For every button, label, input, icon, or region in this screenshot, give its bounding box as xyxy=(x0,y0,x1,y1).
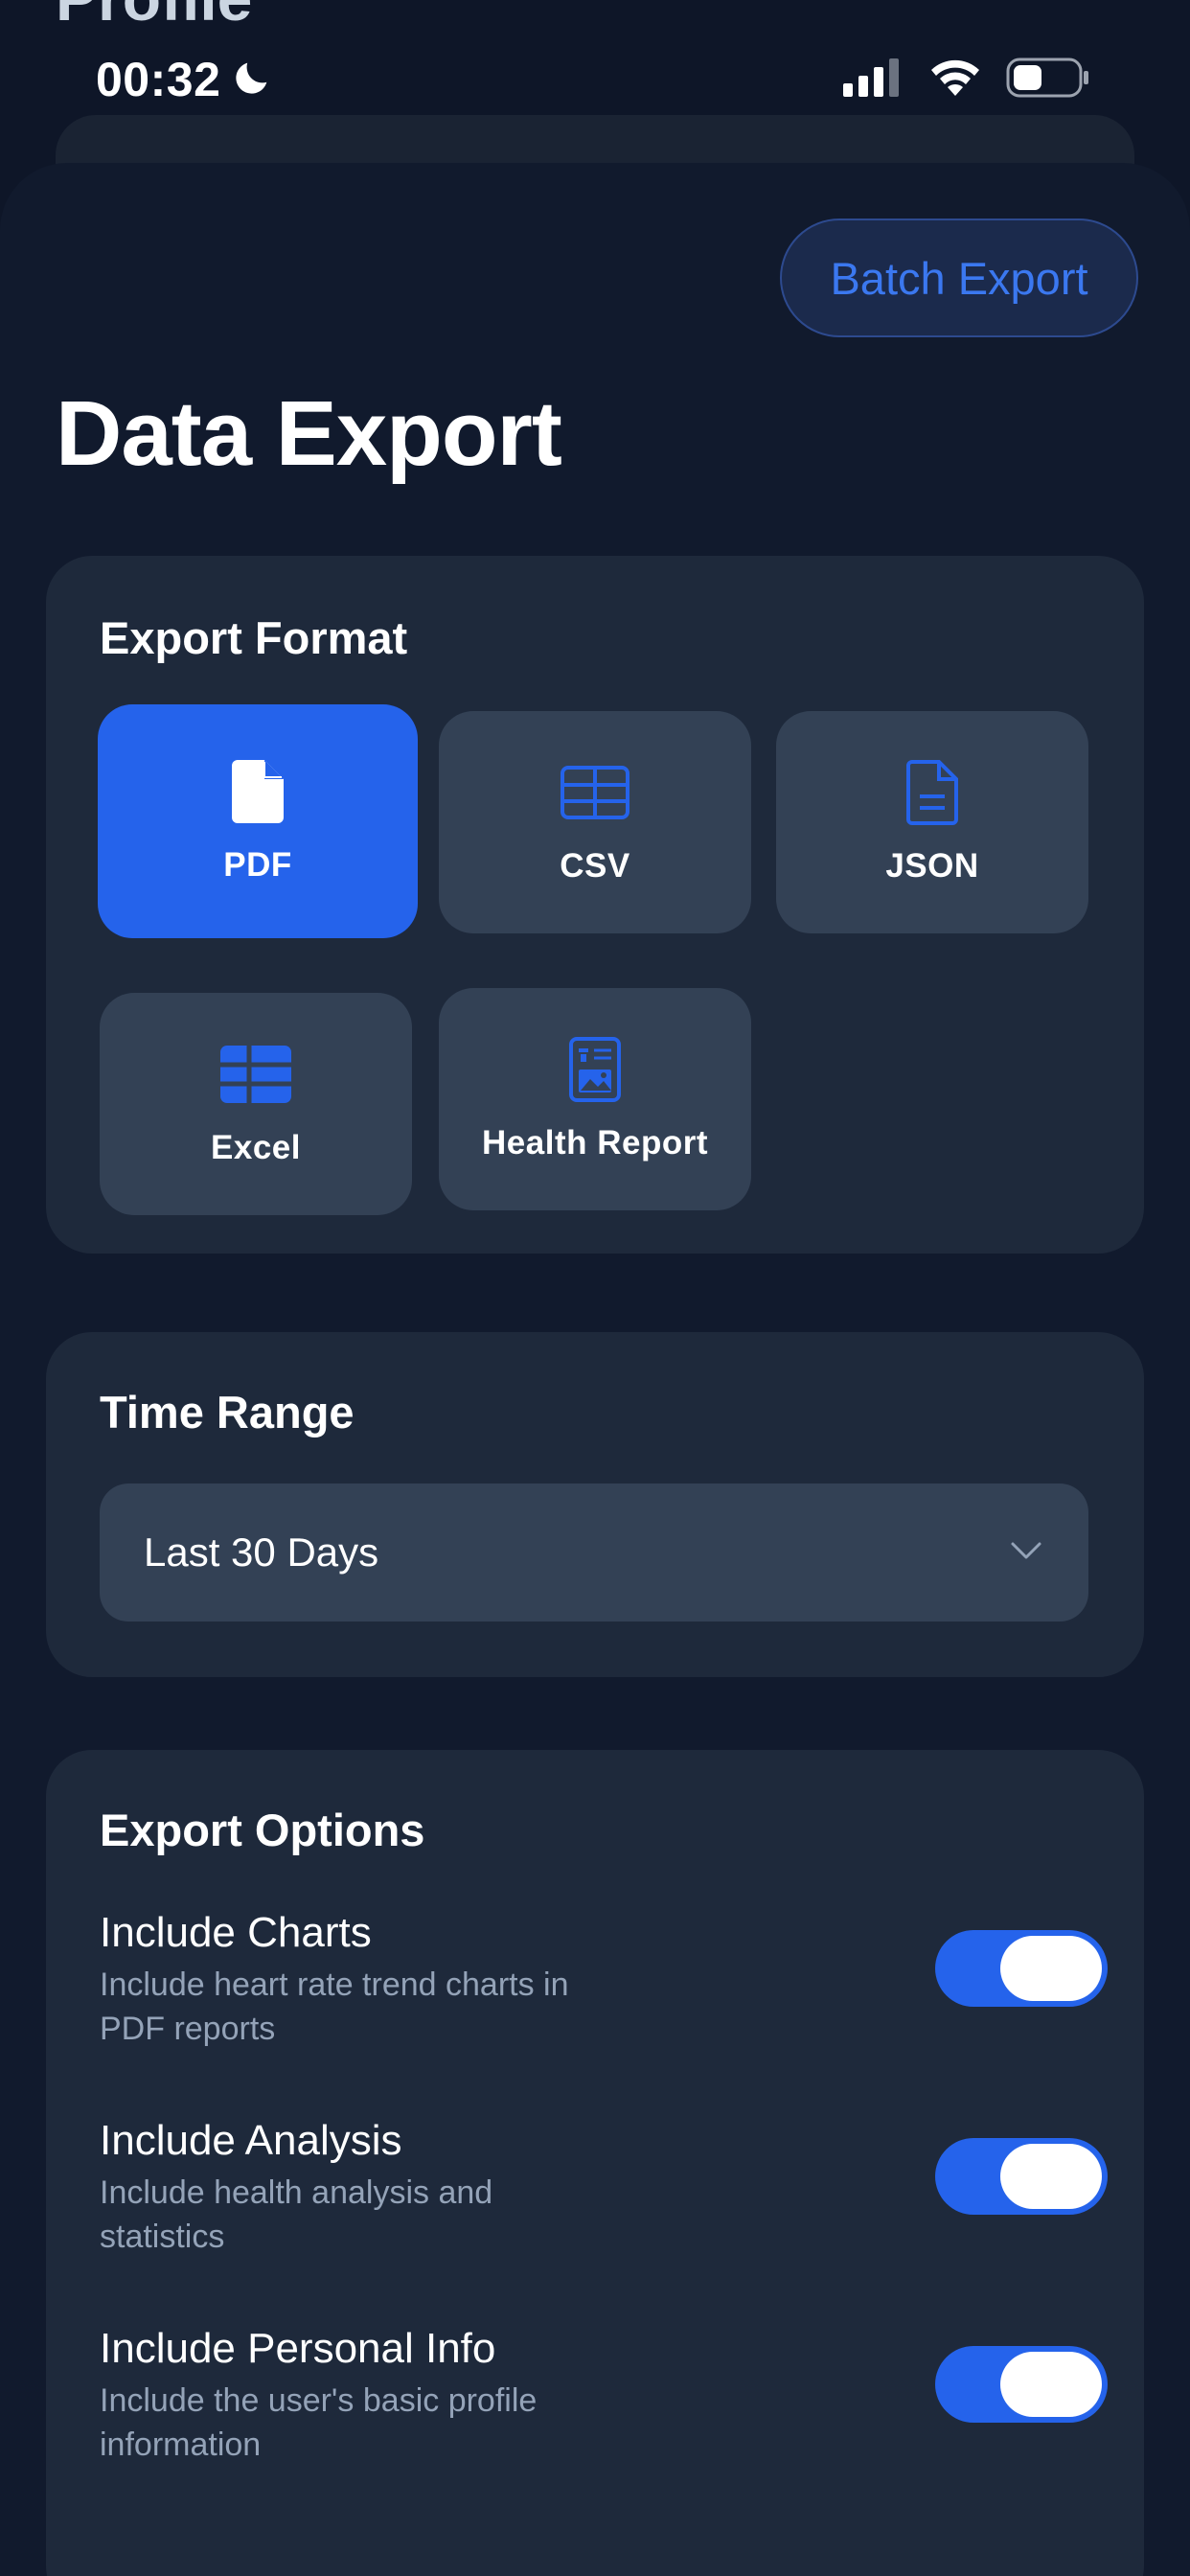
include-analysis-toggle[interactable] xyxy=(935,2138,1108,2215)
spreadsheet-icon xyxy=(220,1041,291,1108)
chevron-down-icon xyxy=(1010,1541,1042,1565)
toggle-knob xyxy=(1000,2352,1102,2417)
export-options-card: Export Options Include Charts Include he… xyxy=(46,1750,1144,2576)
toggle-knob xyxy=(1000,1936,1102,2001)
status-time: 00:32 xyxy=(96,53,221,106)
time-range-value: Last 30 Days xyxy=(144,1530,379,1575)
format-label: CSV xyxy=(560,847,630,885)
format-label: PDF xyxy=(223,846,292,884)
format-tile-pdf[interactable]: PDF xyxy=(98,704,418,938)
option-include-charts: Include Charts Include heart rate trend … xyxy=(100,1909,1108,2091)
time-range-select[interactable]: Last 30 Days xyxy=(100,1484,1088,1622)
format-tile-csv[interactable]: CSV xyxy=(439,711,751,933)
table-icon xyxy=(561,759,629,826)
option-title: Include Personal Info xyxy=(100,2325,496,2372)
option-title: Include Charts xyxy=(100,1909,372,1956)
report-icon xyxy=(569,1036,621,1103)
status-left: 00:32 xyxy=(96,52,274,107)
option-include-personal-info: Include Personal Info Include the user's… xyxy=(100,2325,1108,2507)
export-options-title: Export Options xyxy=(100,1805,425,1855)
include-charts-toggle[interactable] xyxy=(935,1930,1108,2007)
background-page-title: Profile xyxy=(56,0,252,34)
format-label: JSON xyxy=(885,847,979,885)
toggle-knob xyxy=(1000,2144,1102,2209)
format-tile-json[interactable]: JSON xyxy=(776,711,1088,933)
battery-icon xyxy=(1006,58,1090,103)
format-tile-excel[interactable]: Excel xyxy=(100,993,412,1215)
time-range-title: Time Range xyxy=(100,1387,355,1438)
include-personal-info-toggle[interactable] xyxy=(935,2346,1108,2423)
option-include-analysis: Include Analysis Include health analysis… xyxy=(100,2117,1108,2299)
option-description: Include health analysis and statistics xyxy=(100,2174,493,2255)
time-range-card: Time Range Last 30 Days xyxy=(46,1332,1144,1677)
format-tile-health-report[interactable]: Health Report xyxy=(439,988,751,1210)
batch-export-button[interactable]: Batch Export xyxy=(780,218,1138,337)
file-icon xyxy=(232,758,284,825)
format-label: Health Report xyxy=(482,1124,708,1162)
option-description: Include the user's basic profile informa… xyxy=(100,2382,538,2463)
format-label: Excel xyxy=(211,1129,301,1166)
moon-icon xyxy=(230,56,274,104)
wifi-icon xyxy=(927,58,983,103)
export-format-title: Export Format xyxy=(100,612,408,663)
status-bar: 00:32 xyxy=(0,38,1190,121)
document-icon xyxy=(906,759,958,826)
option-description: Include heart rate trend charts in PDF r… xyxy=(100,1966,569,2047)
export-sheet: Batch Export Data Export Export Format P… xyxy=(0,163,1190,2576)
option-title: Include Analysis xyxy=(100,2117,402,2164)
status-right xyxy=(843,58,1090,103)
page-title: Data Export xyxy=(56,382,562,485)
signal-icon xyxy=(843,58,904,102)
export-format-card: Export Format PDF CSV JSON Excel Health … xyxy=(46,556,1144,1254)
screen: Profile 00:32 xyxy=(0,0,1190,2576)
